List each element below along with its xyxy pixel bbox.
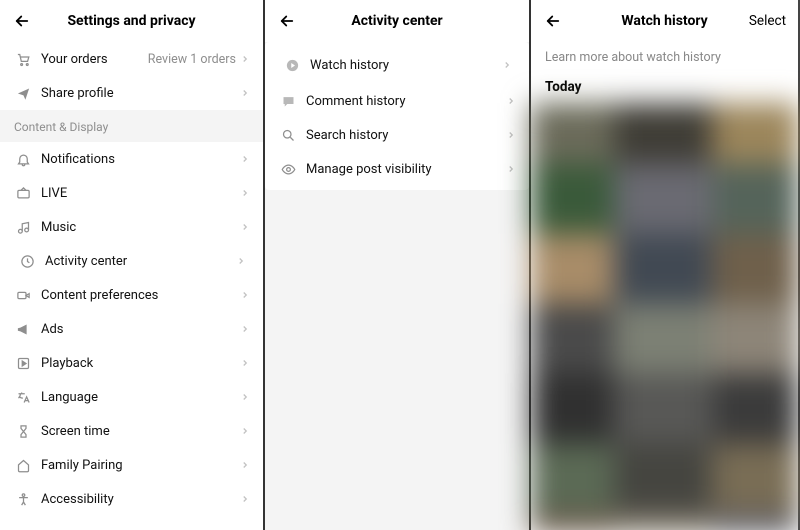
back-button[interactable] [543,11,563,31]
chevron-right-icon [240,222,250,232]
row-label: Share profile [41,86,240,101]
row-notifications[interactable]: Notifications [0,142,263,176]
row-label: Watch history [310,58,502,73]
comment-icon [280,93,296,109]
row-watch-history[interactable]: Watch history [269,48,525,82]
accessibility-icon [15,491,31,507]
chevron-right-icon [240,426,250,436]
header-watch: Watch history Select [531,0,798,42]
eye-icon [280,161,296,177]
page-title: Activity center [265,13,529,29]
chevron-right-icon [240,494,250,504]
row-your-orders[interactable]: Your orders Review 1 orders [0,42,263,76]
back-button[interactable] [12,11,32,31]
row-language[interactable]: Language [0,380,263,414]
chevron-right-icon [240,54,250,64]
row-comment-history[interactable]: Comment history [265,84,529,118]
row-family-pairing[interactable]: Family Pairing [0,448,263,482]
row-ads[interactable]: Ads [0,312,263,346]
live-icon [15,185,31,201]
section-label: Content & Display [0,110,263,142]
row-label: Activity center [45,254,236,269]
row-screen-time[interactable]: Screen time [0,414,263,448]
chevron-right-icon [506,130,516,140]
share-icon [15,85,31,101]
row-live[interactable]: LIVE [0,176,263,210]
panel-watch-history: Watch history Select Learn more about wa… [531,0,798,530]
chevron-right-icon [506,96,516,106]
row-label: Accessibility [41,492,240,507]
music-icon [15,219,31,235]
row-label: LIVE [41,186,240,201]
row-label: Language [41,390,240,405]
row-label: Ads [41,322,240,337]
row-label: Music [41,220,240,235]
panel-activity-center: Activity center Watch history Comment hi… [265,0,531,530]
today-label: Today [531,73,798,103]
language-icon [15,389,31,405]
chevron-right-icon [236,256,246,266]
row-label: Content preferences [41,288,240,303]
header-settings: Settings and privacy [0,0,263,42]
row-label: Playback [41,356,240,371]
play-icon [15,355,31,371]
home-icon [15,457,31,473]
arrow-left-icon [278,12,296,30]
chevron-right-icon [240,324,250,334]
chevron-right-icon [240,188,250,198]
video-icon [15,287,31,303]
row-content-preferences[interactable]: Content preferences [0,278,263,312]
row-activity-center[interactable]: Activity center [4,244,259,278]
chevron-right-icon [240,290,250,300]
row-label: Manage post visibility [306,162,506,177]
bell-icon [15,151,31,167]
row-label: Screen time [41,424,240,439]
row-accessibility[interactable]: Accessibility [0,482,263,516]
search-icon [280,127,296,143]
panel-settings: Settings and privacy Your orders Review … [0,0,265,530]
chevron-right-icon [506,164,516,174]
play-circle-icon [284,57,300,73]
row-label: Notifications [41,152,240,167]
clock-icon [19,253,35,269]
hourglass-icon [15,423,31,439]
chevron-right-icon [240,392,250,402]
learn-more-link[interactable]: Learn more about watch history [531,42,798,73]
chevron-right-icon [502,60,512,70]
row-share-profile[interactable]: Share profile [0,76,263,110]
row-label: Your orders [41,52,148,67]
row-music[interactable]: Music [0,210,263,244]
row-label: Comment history [306,94,506,109]
cart-icon [15,51,31,67]
row-search-history[interactable]: Search history [265,118,529,152]
chevron-right-icon [240,88,250,98]
row-meta: Review 1 orders [148,52,236,67]
header-activity: Activity center [265,0,529,42]
chevron-right-icon [240,154,250,164]
select-button[interactable]: Select [749,13,786,29]
back-button[interactable] [277,11,297,31]
page-title: Settings and privacy [0,13,263,29]
chevron-right-icon [240,358,250,368]
arrow-left-icon [13,12,31,30]
megaphone-icon [15,321,31,337]
row-manage-visibility[interactable]: Manage post visibility [265,152,529,186]
chevron-right-icon [240,460,250,470]
row-label: Family Pairing [41,458,240,473]
history-grid-blurred [531,103,798,530]
arrow-left-icon [544,12,562,30]
row-playback[interactable]: Playback [0,346,263,380]
row-label: Search history [306,128,506,143]
